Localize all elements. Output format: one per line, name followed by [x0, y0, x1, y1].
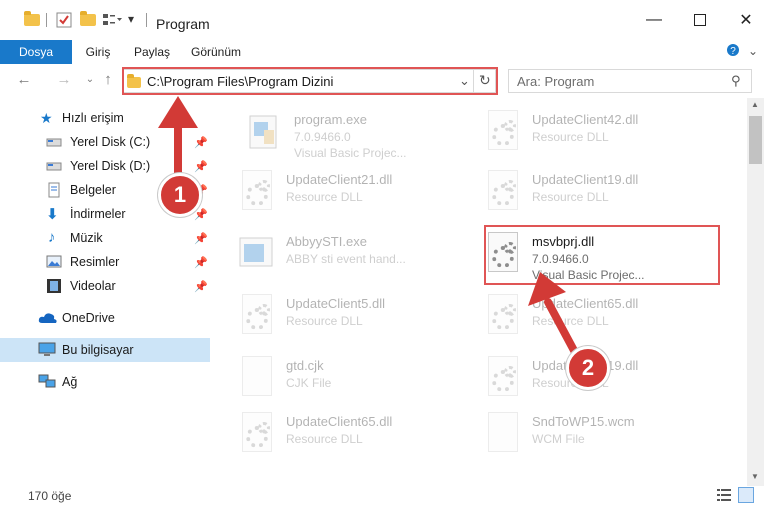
- callout-arrow-1: [158, 96, 198, 189]
- callout-2: 2: [566, 346, 610, 390]
- callout-arrows: [158, 96, 582, 362]
- callout-1: 1: [158, 173, 202, 217]
- callout-arrow-2: [528, 272, 582, 362]
